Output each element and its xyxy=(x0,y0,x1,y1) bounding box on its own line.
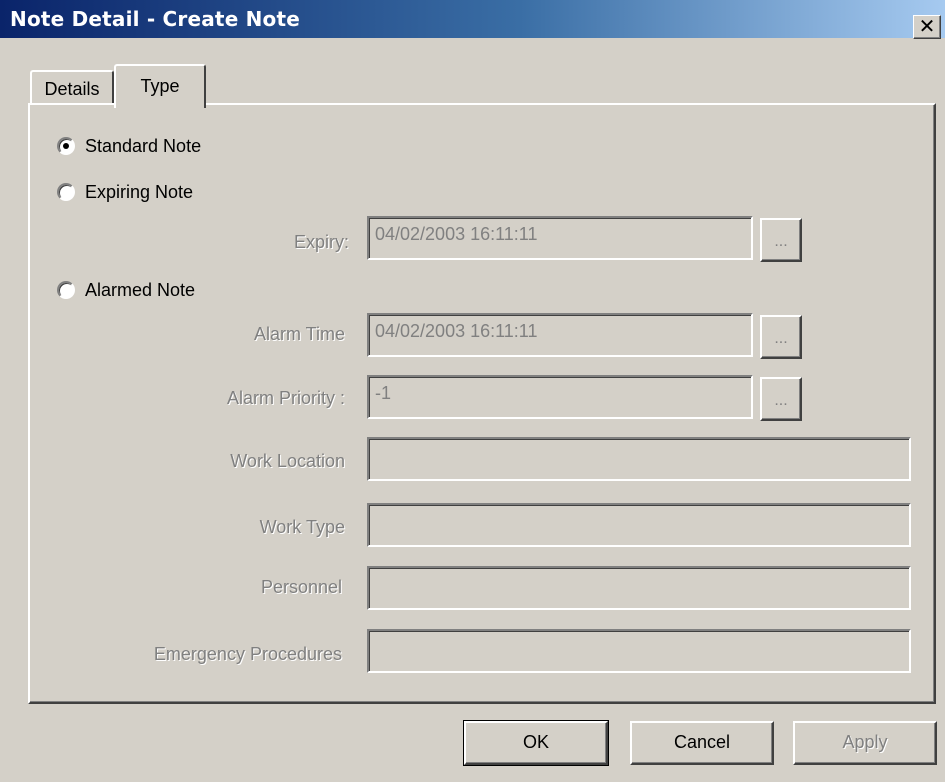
alarmed-note-label: Alarmed Note xyxy=(85,280,196,300)
alarm-priority-label: Alarm Priority : xyxy=(226,388,345,408)
alarm-time-field[interactable]: 04/02/2003 16:11:11 xyxy=(367,313,753,357)
radio-button[interactable] xyxy=(57,183,75,201)
expiry-field[interactable]: 04/02/2003 16:11:11 xyxy=(367,216,753,260)
work-type-field[interactable] xyxy=(367,503,911,547)
alarm-time-picker-button[interactable]: ... xyxy=(760,315,802,359)
title-bar[interactable]: Note Detail - Create Note ✕ xyxy=(0,0,945,40)
expiry-picker-button[interactable]: ... xyxy=(760,218,802,262)
close-button[interactable]: ✕ xyxy=(913,15,941,39)
radio-button[interactable] xyxy=(57,137,75,155)
apply-button[interactable]: Apply xyxy=(793,721,937,765)
tab-type[interactable]: Type xyxy=(114,64,206,108)
tab-type-label: Type xyxy=(140,76,180,96)
ok-button[interactable]: OK xyxy=(464,721,608,765)
radio-button[interactable] xyxy=(57,281,75,299)
alarm-priority-picker-button[interactable]: ... xyxy=(760,377,802,421)
work-location-field[interactable] xyxy=(367,437,911,481)
cancel-button[interactable]: Cancel xyxy=(630,721,774,765)
work-type-label: Work Type xyxy=(259,517,345,537)
tab-details[interactable]: Details xyxy=(30,70,114,104)
emergency-procedures-label: Emergency Procedures xyxy=(153,644,342,664)
standard-note-label: Standard Note xyxy=(85,136,202,156)
window-title: Note Detail - Create Note xyxy=(10,7,301,31)
radio-selected-dot xyxy=(63,143,69,149)
emergency-procedures-field[interactable] xyxy=(367,629,911,673)
tab-details-label: Details xyxy=(44,79,100,99)
work-location-label: Work Location xyxy=(230,451,345,471)
alarm-time-label: Alarm Time xyxy=(253,324,345,344)
alarm-priority-field[interactable]: -1 xyxy=(367,375,753,419)
expiry-label: Expiry: xyxy=(293,232,349,252)
expiring-note-label: Expiring Note xyxy=(85,182,194,202)
close-icon: ✕ xyxy=(918,14,936,38)
personnel-label: Personnel xyxy=(260,577,342,597)
personnel-field[interactable] xyxy=(367,566,911,610)
